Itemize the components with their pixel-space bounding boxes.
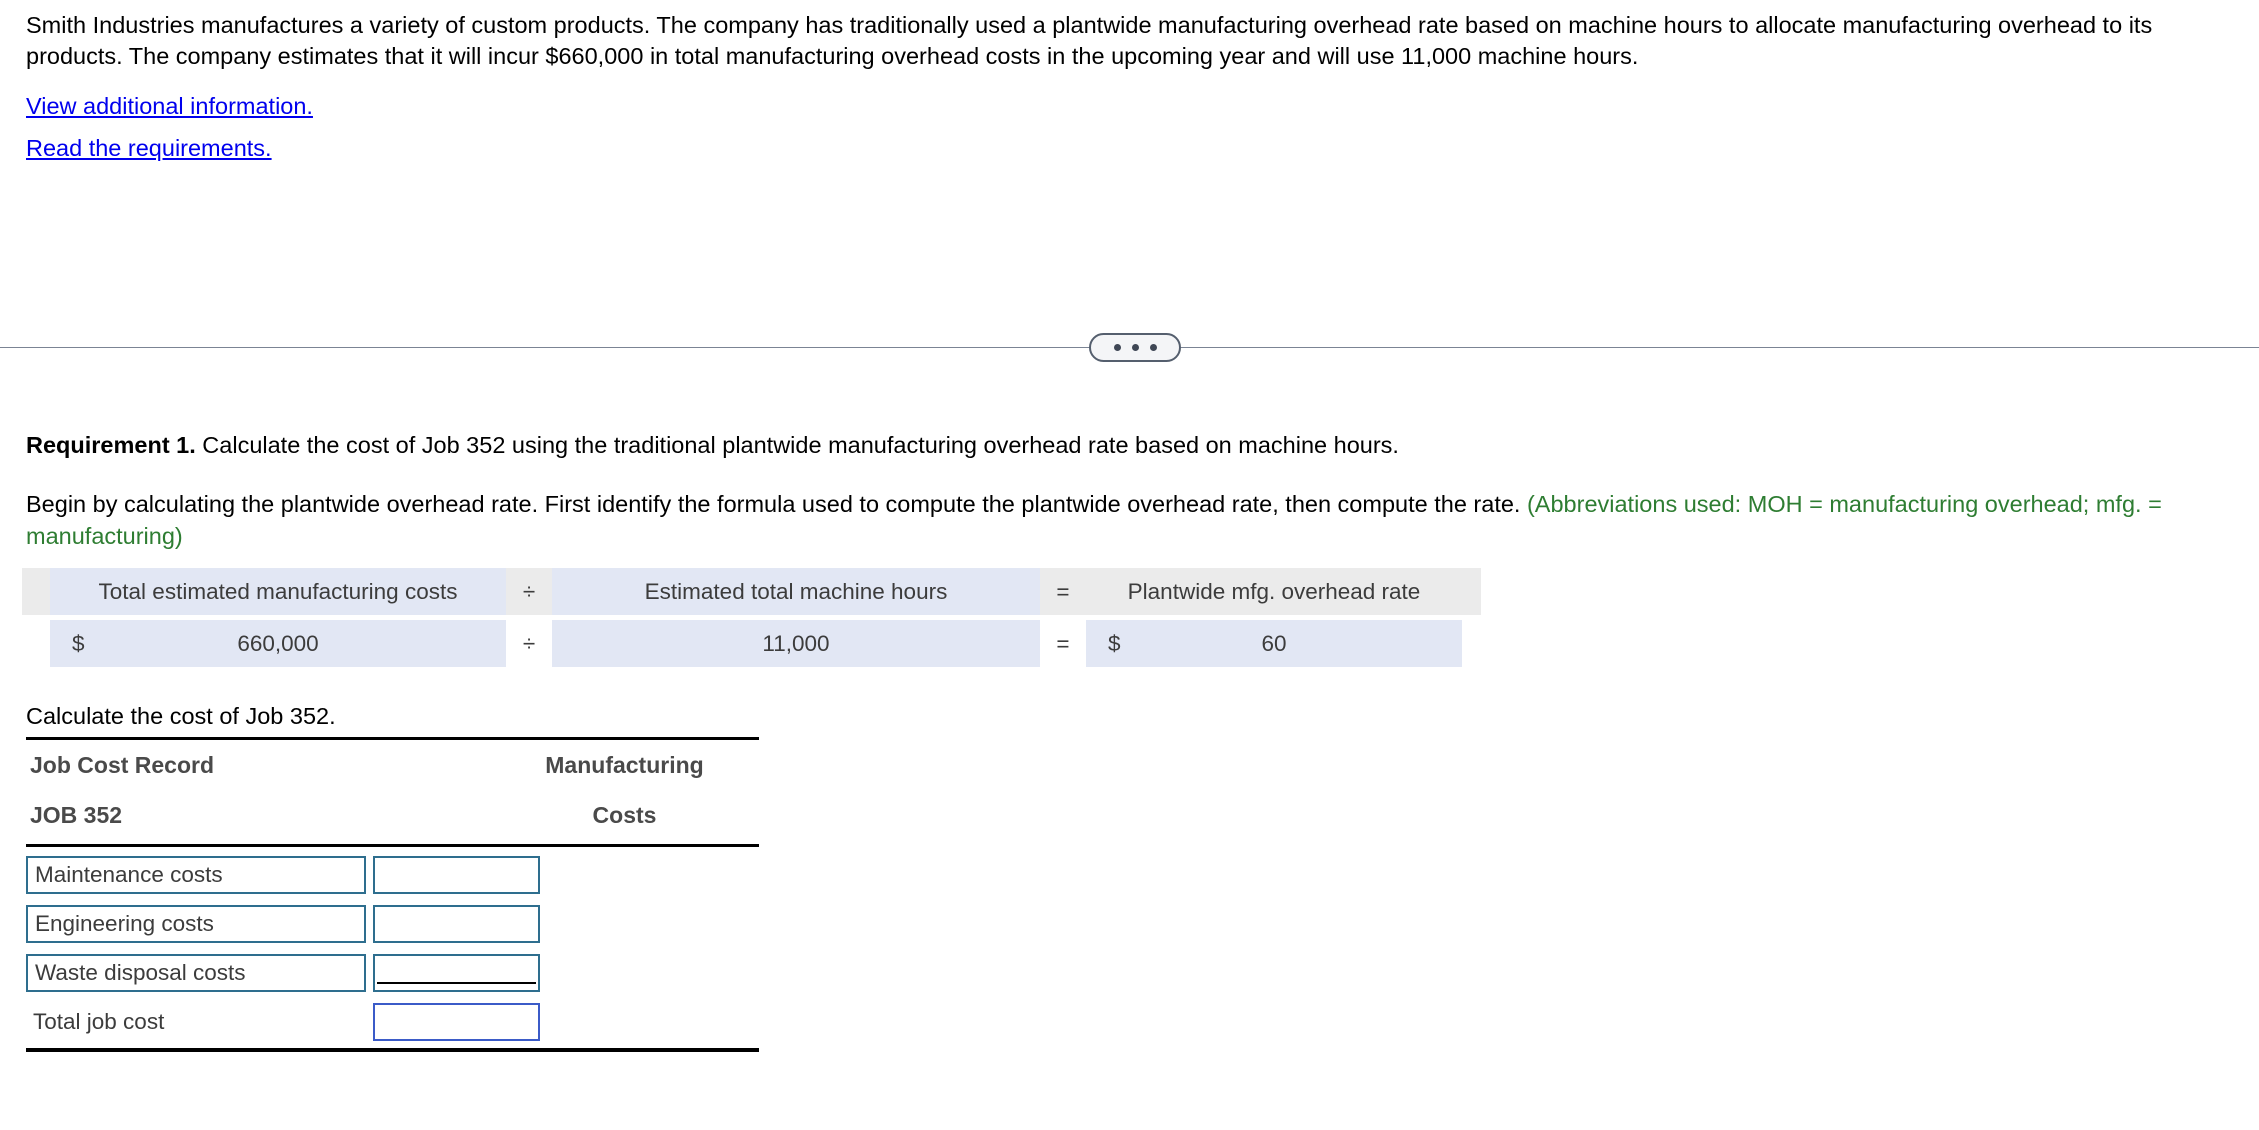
requirement-heading: Requirement 1. Calculate the cost of Job… [26, 430, 2216, 461]
instruction-paragraph: Begin by calculating the plantwide overh… [26, 488, 2216, 552]
instruction-text: Begin by calculating the plantwide overh… [26, 491, 1527, 517]
costs-header-line2: Costs [592, 801, 657, 828]
job-number-label: JOB 352 [30, 801, 123, 828]
job-table-header-rule [26, 844, 759, 847]
waste-disposal-costs-value-input[interactable] [373, 954, 540, 992]
problem-statement-text: Smith Industries manufactures a variety … [26, 12, 2153, 69]
ellipsis-dot-1 [1113, 344, 1121, 351]
formula-header-plantwide-mfg-overhead-rate: Plantwide mfg. overhead rate [1127, 578, 1421, 604]
total-job-cost-label: Total job cost [33, 1009, 165, 1034]
value-total-estimated-manufacturing-costs: 660,000 [237, 630, 319, 656]
ellipsis-dot-2 [1131, 344, 1139, 351]
formula-header-equals-operator: = [1056, 578, 1070, 604]
formula-value-total-estimated-manufacturing-costs[interactable]: $ 660,000 [50, 620, 506, 667]
table-row: Total job cost [26, 1002, 759, 1042]
problem-statement: Smith Industries manufactures a variety … [26, 10, 2216, 72]
formula-value-row: $ 660,000 ÷ 11,000 = $ 60 [22, 620, 1481, 667]
table-row: Maintenance costs [26, 855, 759, 895]
formula-value-plantwide-mfg-overhead-rate[interactable]: $ 60 [1086, 620, 1462, 667]
formula-header-estimated-total-machine-hours: Estimated total machine hours [552, 568, 1040, 615]
calculate-job-cost-prompt: Calculate the cost of Job 352. [26, 703, 336, 729]
value-plantwide-mfg-overhead-rate: 60 [1261, 630, 1287, 656]
requirement-text: Calculate the cost of Job 352 using the … [195, 432, 1399, 458]
view-additional-information-link[interactable]: View additional information. [26, 85, 313, 127]
total-job-cost-value-input[interactable] [373, 1003, 540, 1041]
waste-disposal-costs-label-input[interactable]: Waste disposal costs [26, 954, 366, 992]
subtotal-rule [375, 956, 538, 990]
formula-header-row: Total estimated manufacturing costs ÷ Es… [22, 568, 1481, 615]
section-divider [0, 331, 2259, 363]
manufacturing-header-line1: Manufacturing [545, 751, 704, 778]
currency-symbol-costs: $ [72, 630, 85, 656]
job-cost-record-table: Job Cost Record JOB 352 Manufacturing Co… [26, 737, 759, 1052]
job-table-bottom-rule [26, 1048, 759, 1052]
job-table-header-right: Manufacturing Costs [490, 740, 759, 840]
formula-header-total-estimated-manufacturing-costs: Total estimated manufacturing costs [50, 568, 506, 615]
formula-value-equals-operator: = [1056, 630, 1070, 656]
engineering-costs-value-input[interactable] [373, 905, 540, 943]
table-row: Engineering costs [26, 904, 759, 944]
job-table-header: Job Cost Record JOB 352 Manufacturing Co… [26, 740, 759, 840]
formula-header-spacer [22, 568, 50, 615]
maintenance-costs-label-input[interactable]: Maintenance costs [26, 856, 366, 894]
formula-value-spacer [22, 620, 50, 667]
formula-value-estimated-total-machine-hours[interactable]: 11,000 [552, 620, 1040, 667]
link-group: View additional information. Read the re… [26, 85, 313, 169]
formula-value-divide-operator: ÷ [522, 630, 536, 656]
currency-symbol-rate: $ [1108, 630, 1121, 656]
plantwide-rate-formula-table: Total estimated manufacturing costs ÷ Es… [22, 568, 1481, 667]
requirement-label: Requirement 1. [26, 432, 196, 458]
table-row: Waste disposal costs [26, 953, 759, 993]
engineering-costs-label-input[interactable]: Engineering costs [26, 905, 366, 943]
job-cost-record-title: Job Cost Record [30, 751, 215, 778]
formula-header-divide-operator: ÷ [522, 578, 536, 604]
ellipsis-dot-3 [1149, 344, 1157, 351]
ellipsis-expand-button[interactable] [1089, 333, 1181, 362]
maintenance-costs-value-input[interactable] [373, 856, 540, 894]
value-estimated-total-machine-hours: 11,000 [762, 630, 830, 656]
job-table-header-left: Job Cost Record JOB 352 [26, 740, 490, 840]
read-the-requirements-link[interactable]: Read the requirements. [26, 127, 272, 169]
